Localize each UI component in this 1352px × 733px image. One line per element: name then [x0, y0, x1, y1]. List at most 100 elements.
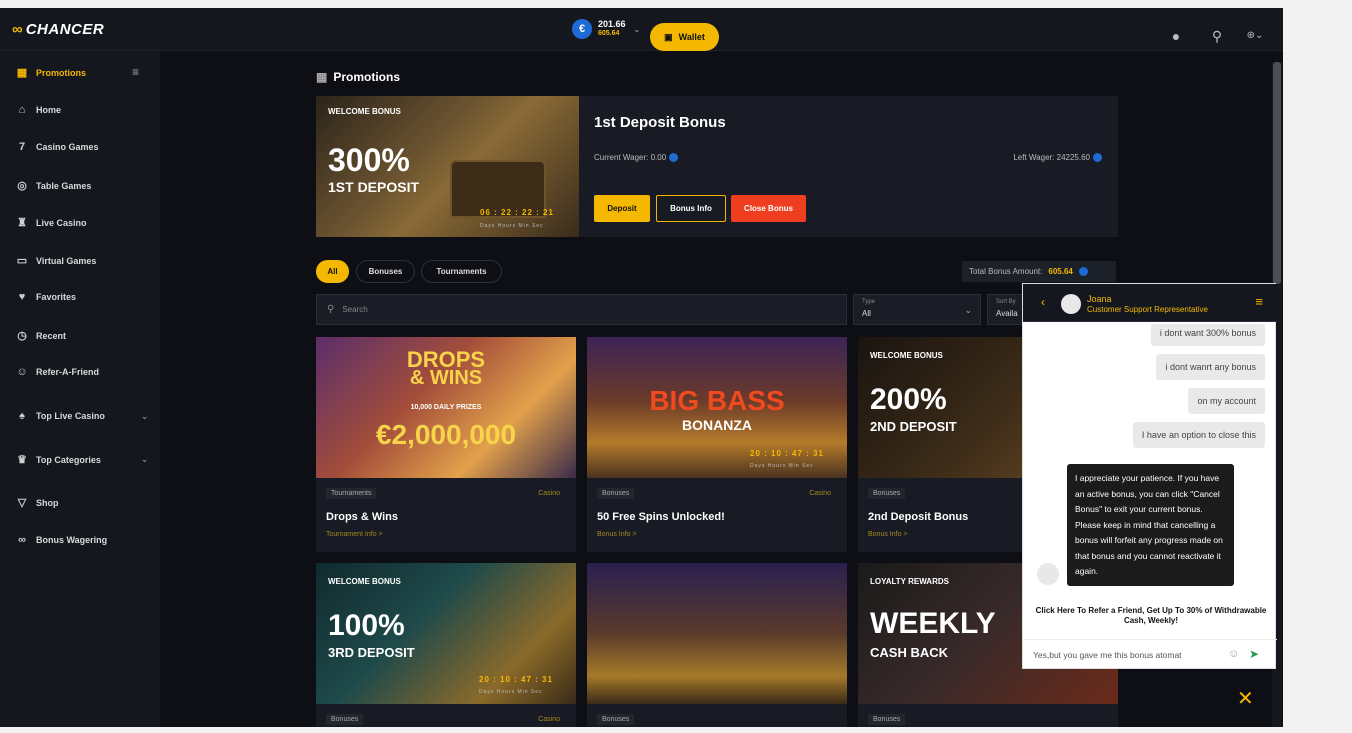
- sidebar-item-home[interactable]: ⌂ Home: [16, 104, 148, 116]
- page-scrollbar-thumb[interactable]: [1273, 62, 1281, 284]
- big-bass-title: BIG BASS: [649, 385, 785, 416]
- sidebar-item-table-games[interactable]: ◎ Table Games: [16, 179, 148, 192]
- sidebar-item-promotions[interactable]: ▦ Promotions: [16, 66, 148, 79]
- sidebar-item-favorites[interactable]: ♥ Favorites: [16, 291, 148, 303]
- bonus-balance-amount: 605.64: [598, 30, 620, 37]
- balance-selector[interactable]: € 201.66 605.64 ⌄: [572, 19, 640, 39]
- user-icon[interactable]: ●: [1168, 28, 1184, 44]
- agent-role: Customer Support Representative: [1087, 305, 1208, 314]
- emoji-icon[interactable]: ☺: [1228, 648, 1239, 660]
- card-category-badge: Bonuses: [868, 714, 906, 725]
- sidebar-item-label: Live Casino: [36, 217, 87, 228]
- sidebar-item-label: Casino Games: [36, 142, 99, 152]
- send-icon[interactable]: ➤: [1249, 647, 1259, 661]
- countdown-timer: 20 : 10 : 47 : 31: [479, 675, 553, 684]
- filter-chip-bonuses[interactable]: Bonuses: [356, 260, 415, 283]
- search-input[interactable]: ⚲ Search: [316, 294, 847, 325]
- chat-input[interactable]: Yes,but you gave me this bonus atomat ☺ …: [1023, 639, 1277, 669]
- countdown-labels: Days Hours Min Sec: [479, 689, 543, 695]
- card-title: Drops & Wins: [326, 511, 399, 523]
- refer-friend-link[interactable]: Click Here To Refer a Friend, Get Up To …: [1035, 606, 1267, 626]
- page-title-text: Promotions: [333, 70, 401, 84]
- promo-card-big-bass[interactable]: BIG BASS BONANZA 20 : 10 : 47 : 31 Days …: [587, 337, 847, 552]
- euro-icon: €: [572, 19, 592, 39]
- cards-icon: ♠: [19, 410, 25, 422]
- filter-chip-all[interactable]: All: [316, 260, 349, 283]
- link-icon: ∞: [18, 534, 26, 546]
- bonus-info-button[interactable]: Bonus Info: [656, 195, 726, 222]
- daily-prizes-text: 10,000 DAILY PRIZES: [410, 404, 482, 411]
- promo-card-drops-wins[interactable]: DROPS & WINS 10,000 DAILY PRIZES €2,000,…: [316, 337, 576, 552]
- banner-tag: WELCOME BONUS: [328, 107, 401, 116]
- language-flag-icon[interactable]: ⊕⌄: [1242, 28, 1268, 44]
- sidebar-item-label: Table Games: [36, 180, 92, 191]
- sidebar-item-label: Virtual Games: [36, 255, 97, 266]
- search-icon: ⚲: [327, 304, 335, 315]
- sidebar-item-refer-a-friend[interactable]: ☺ Refer-A-Friend: [16, 366, 148, 378]
- menu-icon[interactable]: ≡: [1255, 294, 1263, 309]
- user-message: on my account: [1188, 388, 1265, 414]
- agent-message: I appreciate your patience. If you have …: [1067, 464, 1234, 586]
- euro-coin-icon: [1078, 267, 1088, 276]
- card-percent: WEEKLY: [870, 607, 996, 640]
- close-chat-icon[interactable]: ✕: [1237, 686, 1254, 711]
- back-arrow-icon[interactable]: ‹: [1041, 295, 1045, 309]
- banner-subtitle: 1ST DEPOSIT: [328, 179, 420, 195]
- countdown-labels: Days Hours Min Sec: [480, 223, 544, 229]
- card-info-link[interactable]: Tournament Info >: [326, 531, 383, 538]
- total-bonus-value: 605.64: [1048, 267, 1073, 276]
- wins-title: & WINS: [409, 367, 483, 389]
- card-subtitle: 3RD DEPOSIT: [328, 645, 415, 660]
- sidebar-item-bonus-wagering[interactable]: ∞ Bonus Wagering: [16, 534, 148, 546]
- sidebar-item-label: Bonus Wagering: [36, 535, 108, 545]
- logo[interactable]: ∞ CHANCER: [12, 21, 104, 38]
- sidebar-item-label: Refer-A-Friend: [36, 367, 100, 377]
- card-percent: 200%: [870, 383, 947, 416]
- deposit-button[interactable]: Deposit: [594, 195, 650, 222]
- card-category-badge: Tournaments: [326, 488, 377, 499]
- promo-card-slot-machine[interactable]: Bonuses: [587, 563, 847, 727]
- countdown-timer: 06 : 22 : 22 : 21: [480, 208, 554, 217]
- logo-text: CHANCER: [25, 21, 105, 38]
- sidebar-item-label: Promotions: [36, 67, 87, 78]
- sidebar-item-top-live-casino[interactable]: ♠ Top Live Casino ⌄: [16, 410, 148, 422]
- active-bonus-name: 1st Deposit Bonus: [594, 114, 726, 131]
- left-wager-text: Left Wager: 24225.60: [1013, 153, 1090, 162]
- users-icon: ☺: [16, 366, 28, 378]
- sidebar-item-casino-games[interactable]: 7 Casino Games: [16, 141, 148, 153]
- search-icon[interactable]: ⚲: [1209, 28, 1225, 44]
- sidebar-item-virtual-games[interactable]: ▭ Virtual Games: [16, 254, 148, 267]
- current-wager: Current Wager: 0.00: [594, 153, 679, 163]
- type-select[interactable]: Type All ⌄: [853, 294, 981, 325]
- wallet-button[interactable]: ▣ Wallet: [650, 23, 719, 51]
- card-title: 50 Free Spins Unlocked!: [597, 511, 725, 523]
- sidebar-item-shop[interactable]: ▽ Shop: [16, 496, 148, 509]
- card-tag: WELCOME BONUS: [870, 351, 943, 360]
- type-select-label: Type: [862, 299, 876, 305]
- search-placeholder: Search: [342, 305, 368, 314]
- card-percent: 100%: [328, 609, 405, 642]
- filter-chip-tournaments[interactable]: Tournaments: [421, 260, 502, 283]
- agent-avatar: [1037, 563, 1059, 585]
- browser-top-edge: [0, 0, 1352, 8]
- card-info-link[interactable]: Bonus Info >: [597, 531, 637, 538]
- seven-icon: 7: [18, 141, 26, 153]
- prize-pool-text: €2,000,000: [375, 419, 517, 450]
- user-message: i dont wanrt any bonus: [1156, 354, 1265, 380]
- balance-amount: 201.66: [598, 19, 626, 29]
- card-info-link[interactable]: Bonus Info >: [868, 531, 908, 538]
- collapse-sidebar-icon[interactable]: ≡: [132, 65, 139, 79]
- crown-icon: ♛: [17, 454, 27, 466]
- promo-card-3rd-deposit[interactable]: WELCOME BONUS 100% 3RD DEPOSIT 20 : 10 :…: [316, 563, 576, 727]
- shield-heart-icon: ♥: [18, 291, 26, 303]
- card-provider-label: Casino: [538, 490, 560, 497]
- sidebar-item-live-casino[interactable]: ♜ Live Casino: [16, 216, 148, 229]
- page-title: ▦ Promotions: [316, 70, 400, 84]
- logo-mark-icon: ∞: [12, 21, 23, 38]
- card-provider-label: Casino: [809, 490, 831, 497]
- sidebar-item-recent[interactable]: ◷ Recent: [16, 329, 148, 342]
- close-bonus-button[interactable]: Close Bonus: [731, 195, 806, 222]
- wallet-label: Wallet: [678, 32, 705, 42]
- sidebar-item-top-categories[interactable]: ♛ Top Categories ⌄: [16, 453, 148, 466]
- balance-values: 201.66 605.64: [598, 19, 626, 39]
